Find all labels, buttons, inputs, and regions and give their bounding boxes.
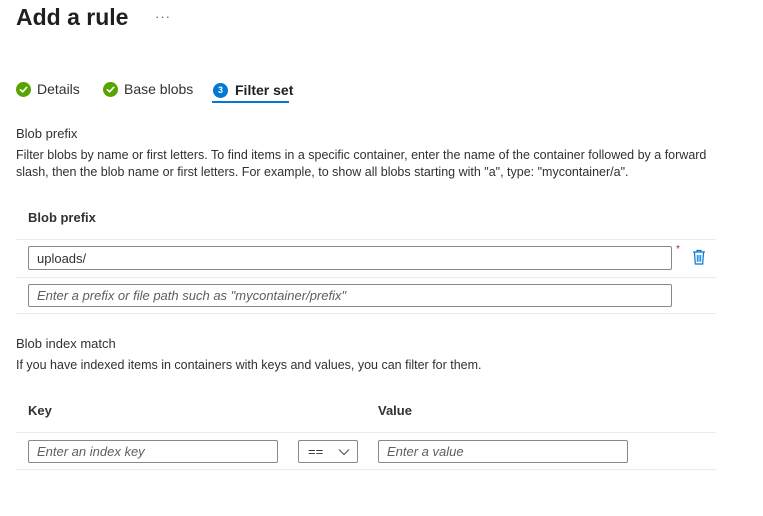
step-number-badge: 3: [213, 82, 228, 98]
blob-index-section-label: Blob index match: [16, 336, 116, 351]
operator-dropdown[interactable]: ==: [298, 440, 358, 463]
table-divider: [16, 313, 716, 314]
blob-index-description: If you have indexed items in containers …: [16, 358, 482, 372]
chevron-down-icon: [338, 444, 350, 459]
checkmark-icon: [103, 81, 118, 97]
table-divider: [16, 239, 716, 240]
checkmark-icon: [16, 81, 31, 97]
tab-base-blobs-label: Base blobs: [124, 81, 194, 97]
new-blob-prefix-input[interactable]: [28, 284, 672, 307]
index-key-input[interactable]: [28, 440, 278, 463]
blob-prefix-description: Filter blobs by name or first letters. T…: [16, 148, 707, 179]
blob-prefix-section-label: Blob prefix: [16, 126, 78, 141]
active-tab-indicator: [212, 101, 289, 103]
page-title: Add a rule: [16, 4, 129, 30]
operator-value: ==: [308, 444, 324, 459]
tab-filter-set-label: Filter set: [235, 82, 294, 98]
tab-details[interactable]: Details: [16, 79, 80, 99]
blob-prefix-column-header: Blob prefix: [28, 210, 96, 225]
tab-details-label: Details: [37, 81, 80, 97]
tab-base-blobs[interactable]: Base blobs: [103, 79, 193, 99]
more-options-button[interactable]: ···: [155, 9, 171, 24]
blob-prefix-input[interactable]: [28, 246, 672, 270]
table-divider: [16, 469, 716, 470]
delete-icon[interactable]: [692, 249, 706, 270]
value-column-header: Value: [378, 403, 412, 418]
index-value-input[interactable]: [378, 440, 628, 463]
key-column-header: Key: [28, 403, 52, 418]
tab-filter-set[interactable]: 3 Filter set: [213, 80, 293, 100]
required-marker: *: [676, 244, 680, 255]
table-divider: [16, 432, 716, 433]
table-divider: [16, 277, 716, 278]
